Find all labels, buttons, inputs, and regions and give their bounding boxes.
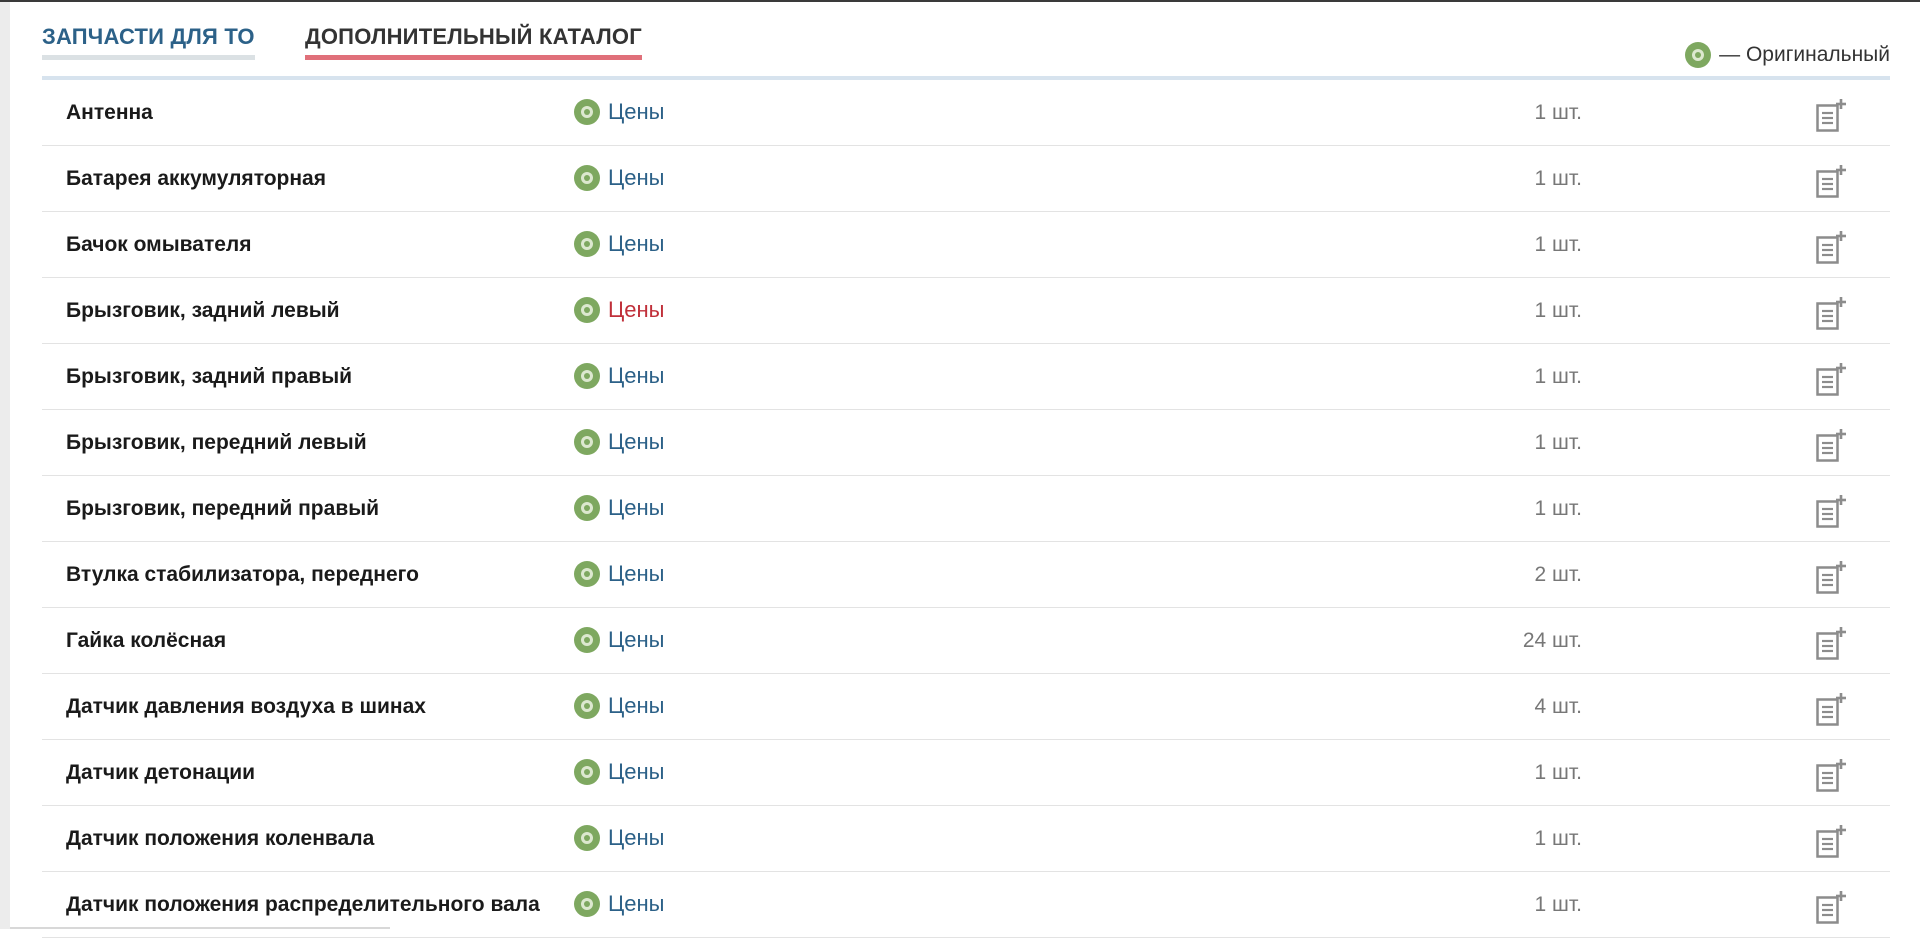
part-name: Гайка колёсная xyxy=(66,629,227,652)
prices-link[interactable]: Цены xyxy=(574,561,664,587)
part-name: Батарея аккумуляторная xyxy=(66,167,326,190)
table-row: Батарея аккумуляторная Цены 1 шт. xyxy=(42,146,1890,212)
part-quantity: 4 шт. xyxy=(1534,695,1583,718)
original-circle-icon xyxy=(1685,42,1712,68)
catalog-panel: ЗАПЧАСТИ ДЛЯ ТО ДОПОЛНИТЕЛЬНЫЙ КАТАЛОГ —… xyxy=(42,2,1890,938)
original-circle-icon xyxy=(574,891,600,917)
add-to-list-icon[interactable] xyxy=(1816,164,1846,198)
original-circle-icon xyxy=(574,429,600,455)
add-to-list-icon[interactable] xyxy=(1816,362,1846,396)
part-quantity: 1 шт. xyxy=(1534,761,1583,784)
add-to-list-icon[interactable] xyxy=(1816,560,1846,594)
prices-label[interactable]: Цены xyxy=(608,99,664,125)
prices-link[interactable]: Цены xyxy=(574,627,664,653)
prices-link[interactable]: Цены xyxy=(574,759,664,785)
left-gutter xyxy=(0,2,10,929)
part-name: Брызговик, задний правый xyxy=(66,365,353,388)
table-row: Брызговик, передний левый Цены 1 шт. xyxy=(42,410,1890,476)
tab-extra-catalog[interactable]: ДОПОЛНИТЕЛЬНЫЙ КАТАЛОГ xyxy=(305,24,642,60)
part-quantity: 1 шт. xyxy=(1534,893,1583,916)
original-circle-icon xyxy=(574,825,600,851)
table-row: Брызговик, передний правый Цены 1 шт. xyxy=(42,476,1890,542)
part-quantity: 2 шт. xyxy=(1534,563,1583,586)
original-circle-icon xyxy=(574,165,600,191)
table-row: Антенна Цены 1 шт. xyxy=(42,80,1890,146)
part-name: Брызговик, передний левый xyxy=(66,431,367,454)
part-name: Бачок омывателя xyxy=(66,233,252,256)
add-to-list-icon[interactable] xyxy=(1816,824,1846,858)
add-to-list-icon[interactable] xyxy=(1816,98,1846,132)
original-circle-icon xyxy=(574,495,600,521)
part-name: Брызговик, задний левый xyxy=(66,299,340,322)
part-name: Брызговик, передний правый xyxy=(66,497,380,520)
prices-link[interactable]: Цены xyxy=(574,231,664,257)
part-name: Втулка стабилизатора, переднего xyxy=(66,563,419,586)
prices-label[interactable]: Цены xyxy=(608,429,664,455)
prices-label[interactable]: Цены xyxy=(608,297,664,323)
prices-link[interactable]: Цены xyxy=(574,165,664,191)
part-quantity: 1 шт. xyxy=(1534,497,1583,520)
tab-to-parts[interactable]: ЗАПЧАСТИ ДЛЯ ТО xyxy=(42,24,255,60)
table-row: Датчик детонации Цены 1 шт. xyxy=(42,740,1890,806)
original-circle-icon xyxy=(574,759,600,785)
prices-label[interactable]: Цены xyxy=(608,693,664,719)
part-quantity: 1 шт. xyxy=(1534,365,1583,388)
table-row: Датчик давления воздуха в шинах Цены 4 шт. xyxy=(42,674,1890,740)
part-name: Датчик положения коленвала xyxy=(66,827,375,850)
part-name: Датчик давления воздуха в шинах xyxy=(66,695,426,718)
table-row: Брызговик, задний левый Цены 1 шт. xyxy=(42,278,1890,344)
add-to-list-icon[interactable] xyxy=(1816,428,1846,462)
original-circle-icon xyxy=(574,627,600,653)
prices-label[interactable]: Цены xyxy=(608,891,664,917)
prices-link[interactable]: Цены xyxy=(574,297,664,323)
legend-label: — Оригинальный xyxy=(1719,43,1890,66)
part-name: Датчик положения распределительного вала xyxy=(66,893,540,916)
catalog-header: ЗАПЧАСТИ ДЛЯ ТО ДОПОЛНИТЕЛЬНЫЙ КАТАЛОГ —… xyxy=(42,2,1890,80)
prices-link[interactable]: Цены xyxy=(574,495,664,521)
prices-label[interactable]: Цены xyxy=(608,561,664,587)
add-to-list-icon[interactable] xyxy=(1816,230,1846,264)
prices-label[interactable]: Цены xyxy=(608,627,664,653)
part-quantity: 1 шт. xyxy=(1534,167,1583,190)
prices-label[interactable]: Цены xyxy=(608,825,664,851)
add-to-list-icon[interactable] xyxy=(1816,296,1846,330)
add-to-list-icon[interactable] xyxy=(1816,890,1846,924)
part-quantity: 1 шт. xyxy=(1534,431,1583,454)
original-legend: — Оригинальный xyxy=(1685,42,1890,68)
table-row: Брызговик, задний правый Цены 1 шт. xyxy=(42,344,1890,410)
original-circle-icon xyxy=(574,297,600,323)
prices-link[interactable]: Цены xyxy=(574,429,664,455)
prices-link[interactable]: Цены xyxy=(574,891,664,917)
prices-link[interactable]: Цены xyxy=(574,363,664,389)
add-to-list-icon[interactable] xyxy=(1816,692,1846,726)
prices-label[interactable]: Цены xyxy=(608,759,664,785)
original-circle-icon xyxy=(574,99,600,125)
prices-label[interactable]: Цены xyxy=(608,363,664,389)
add-to-list-icon[interactable] xyxy=(1816,758,1846,792)
original-circle-icon xyxy=(574,363,600,389)
prices-link[interactable]: Цены xyxy=(574,825,664,851)
part-name: Антенна xyxy=(66,101,153,124)
table-row: Бачок омывателя Цены 1 шт. xyxy=(42,212,1890,278)
prices-label[interactable]: Цены xyxy=(608,165,664,191)
table-row: Втулка стабилизатора, переднего Цены 2 шт. xyxy=(42,542,1890,608)
original-circle-icon xyxy=(574,231,600,257)
parts-list: Антенна Цены 1 шт. Батарея аккумуляторная Це… xyxy=(42,80,1890,938)
prices-link[interactable]: Цены xyxy=(574,99,664,125)
part-quantity: 1 шт. xyxy=(1534,233,1583,256)
original-circle-icon xyxy=(574,693,600,719)
part-quantity: 24 шт. xyxy=(1522,629,1582,652)
add-to-list-icon[interactable] xyxy=(1816,626,1846,660)
part-quantity: 1 шт. xyxy=(1534,101,1583,124)
table-row: Датчик положения коленвала Цены 1 шт. xyxy=(42,806,1890,872)
prices-link[interactable]: Цены xyxy=(574,693,664,719)
part-quantity: 1 шт. xyxy=(1534,827,1583,850)
table-row: Гайка колёсная Цены 24 шт. xyxy=(42,608,1890,674)
original-circle-icon xyxy=(574,561,600,587)
prices-label[interactable]: Цены xyxy=(608,495,664,521)
prices-label[interactable]: Цены xyxy=(608,231,664,257)
part-quantity: 1 шт. xyxy=(1534,299,1583,322)
part-name: Датчик детонации xyxy=(66,761,256,784)
add-to-list-icon[interactable] xyxy=(1816,494,1846,528)
